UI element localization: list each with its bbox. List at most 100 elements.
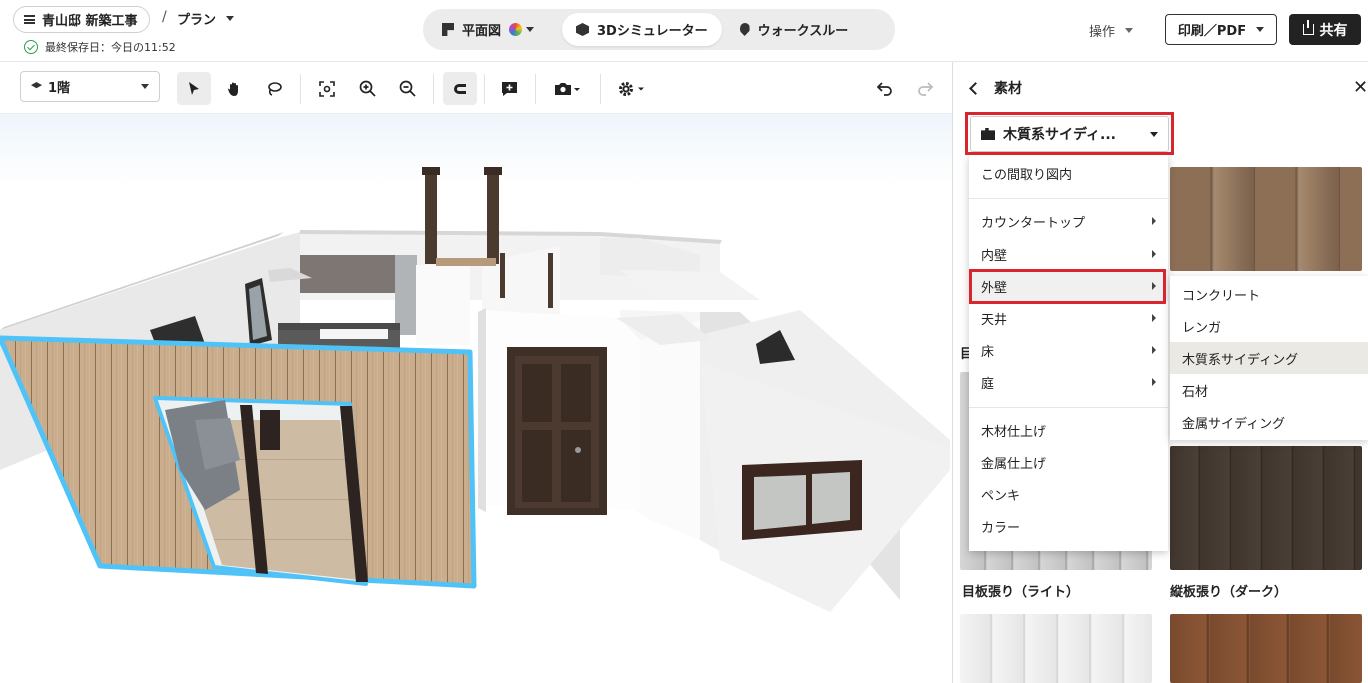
chevron-right-icon xyxy=(1152,378,1156,386)
submenu-item-label: 金属サイディング xyxy=(1182,416,1286,432)
floor-label: 1階 xyxy=(48,81,71,96)
submenu-item-brick[interactable]: レンガ xyxy=(1170,310,1368,342)
redo-button[interactable] xyxy=(908,72,942,105)
plan-dropdown[interactable]: プラン xyxy=(177,9,235,28)
add-comment-button[interactable] xyxy=(492,72,526,105)
menu-item-floor[interactable]: 床 xyxy=(969,334,1168,366)
fit-view-icon xyxy=(319,80,335,97)
menu-item-label: 天井 xyxy=(981,312,1008,328)
project-menu-button[interactable]: 青山邸 新築工事 xyxy=(13,6,150,33)
lasso-tool-button[interactable] xyxy=(257,72,291,105)
submenu-item-label: 木質系サイディング xyxy=(1182,352,1299,368)
pan-tool-button[interactable] xyxy=(217,72,251,105)
chevron-down-icon xyxy=(226,16,235,21)
toolbar-divider xyxy=(535,74,536,104)
swatch-wood-natural[interactable] xyxy=(1170,167,1362,271)
chevron-right-icon xyxy=(1152,250,1156,258)
chevron-down-icon xyxy=(1125,28,1134,33)
submenu-item-stone[interactable]: 石材 xyxy=(1170,374,1368,406)
undo-button[interactable] xyxy=(868,72,902,105)
menu-item-color[interactable]: カラー xyxy=(969,510,1168,542)
share-button[interactable]: 共有 xyxy=(1289,14,1361,45)
toolbar-divider xyxy=(300,74,301,104)
swatch-label-vertical-dark: 縦板張り（ダーク） xyxy=(1170,585,1288,600)
menu-item-label: この間取り図内 xyxy=(981,167,1073,183)
zoom-in-button[interactable] xyxy=(350,72,384,105)
submenu-item-metal-siding[interactable]: 金属サイディング xyxy=(1170,406,1368,438)
panel-header: 素材 xyxy=(969,78,1022,98)
snap-toggle-button[interactable] xyxy=(443,72,477,105)
select-tool-button[interactable] xyxy=(177,72,211,105)
camera-menu-button[interactable] xyxy=(548,72,586,105)
menu-item-wood-finish[interactable]: 木材仕上げ xyxy=(969,414,1168,446)
menu-item-label: カウンタートップ xyxy=(981,215,1086,231)
3d-house-model[interactable] xyxy=(0,114,952,683)
menu-item-label: ペンキ xyxy=(981,488,1021,504)
top-bar: 青山邸 新築工事 / プラン 最終保存日：今日の11:52 平面図 3Dシミュレ… xyxy=(0,0,1368,62)
operations-menu[interactable]: 操作 xyxy=(1089,21,1134,40)
mode-walkthrough-label: ウォークスルー xyxy=(757,24,849,39)
menu-item-countertop[interactable]: カウンタートップ xyxy=(969,205,1168,237)
menu-divider xyxy=(969,407,1168,408)
chevron-right-icon xyxy=(1152,217,1156,225)
exterior-wall-submenu: コンクリート レンガ 木質系サイディング 石材 金属サイディング xyxy=(1170,276,1368,440)
color-palette-icon[interactable] xyxy=(509,23,523,36)
menu-item-label: 金属仕上げ xyxy=(981,456,1047,472)
swatch-white-wood[interactable] xyxy=(960,614,1152,683)
redo-icon xyxy=(918,81,933,96)
mode-floor-plan-label: 平面図 xyxy=(462,24,502,39)
submenu-item-concrete[interactable]: コンクリート xyxy=(1170,278,1368,310)
panel-title: 素材 xyxy=(994,81,1022,97)
share-icon xyxy=(1302,20,1314,35)
zoom-in-icon xyxy=(359,80,376,97)
menu-item-label: 庭 xyxy=(981,376,995,392)
mode-walkthrough[interactable]: ウォークスルー xyxy=(726,13,863,46)
share-label: 共有 xyxy=(1319,22,1348,39)
category-menu: この間取り図内 カウンタートップ 内壁 外壁 天井 床 庭 木材仕上げ 金属仕上… xyxy=(969,155,1168,551)
menu-item-in-plan[interactable]: この間取り図内 xyxy=(969,157,1168,189)
lasso-icon xyxy=(268,81,282,96)
3d-viewport[interactable] xyxy=(0,114,952,683)
print-label: 印刷／PDF xyxy=(1177,24,1247,39)
menu-item-paint[interactable]: ペンキ xyxy=(969,478,1168,510)
menu-item-ceiling[interactable]: 天井 xyxy=(969,302,1168,334)
mode-3d-label: 3Dシミュレーター xyxy=(597,24,708,39)
operations-label: 操作 xyxy=(1089,25,1116,40)
zoom-out-button[interactable] xyxy=(390,72,424,105)
menu-item-label: 床 xyxy=(981,344,995,360)
back-arrow-icon[interactable] xyxy=(969,81,982,95)
mode-floor-plan[interactable]: 平面図 xyxy=(428,13,548,46)
editor-toolbar: 1階 xyxy=(0,62,952,114)
toolbar-divider xyxy=(600,74,601,104)
plan-label: プラン xyxy=(177,13,217,28)
highlight-category-dropdown xyxy=(965,112,1174,155)
mode-3d-simulator[interactable]: 3Dシミュレーター xyxy=(562,13,722,46)
map-pin-icon xyxy=(739,23,750,36)
view-mode-switcher: 平面図 3Dシミュレーター ウォークスルー xyxy=(423,9,895,50)
camera-icon xyxy=(555,82,580,95)
swatch-vertical-dark[interactable] xyxy=(1170,446,1362,570)
close-icon[interactable]: ✕ xyxy=(1353,77,1368,98)
menu-item-interior-wall[interactable]: 内壁 xyxy=(969,238,1168,270)
check-circle-icon xyxy=(24,40,38,54)
cube-icon xyxy=(576,23,590,36)
menu-item-label: 内壁 xyxy=(981,248,1008,264)
floor-plan-icon xyxy=(442,23,454,36)
swatch-brown-wood[interactable] xyxy=(1170,614,1362,683)
swatch-label-batten-light: 目板張り（ライト） xyxy=(962,585,1080,600)
saved-text: 最終保存日：今日の11:52 xyxy=(45,41,176,54)
hand-pan-icon xyxy=(228,82,238,96)
print-pdf-button[interactable]: 印刷／PDF xyxy=(1165,14,1277,45)
floor-selector[interactable]: 1階 xyxy=(20,71,160,102)
chevron-down-icon[interactable] xyxy=(526,27,535,32)
menu-item-metal-finish[interactable]: 金属仕上げ xyxy=(969,446,1168,478)
breadcrumb-separator: / xyxy=(162,9,167,25)
highlight-exterior-wall-item xyxy=(969,269,1166,304)
zoom-out-icon xyxy=(399,80,416,97)
hamburger-menu-icon xyxy=(24,15,35,24)
fit-view-button[interactable] xyxy=(310,72,344,105)
menu-item-garden[interactable]: 庭 xyxy=(969,366,1168,398)
submenu-item-wood-siding[interactable]: 木質系サイディング xyxy=(1170,342,1368,374)
layers-icon xyxy=(31,82,42,89)
settings-menu-button[interactable] xyxy=(611,72,651,105)
